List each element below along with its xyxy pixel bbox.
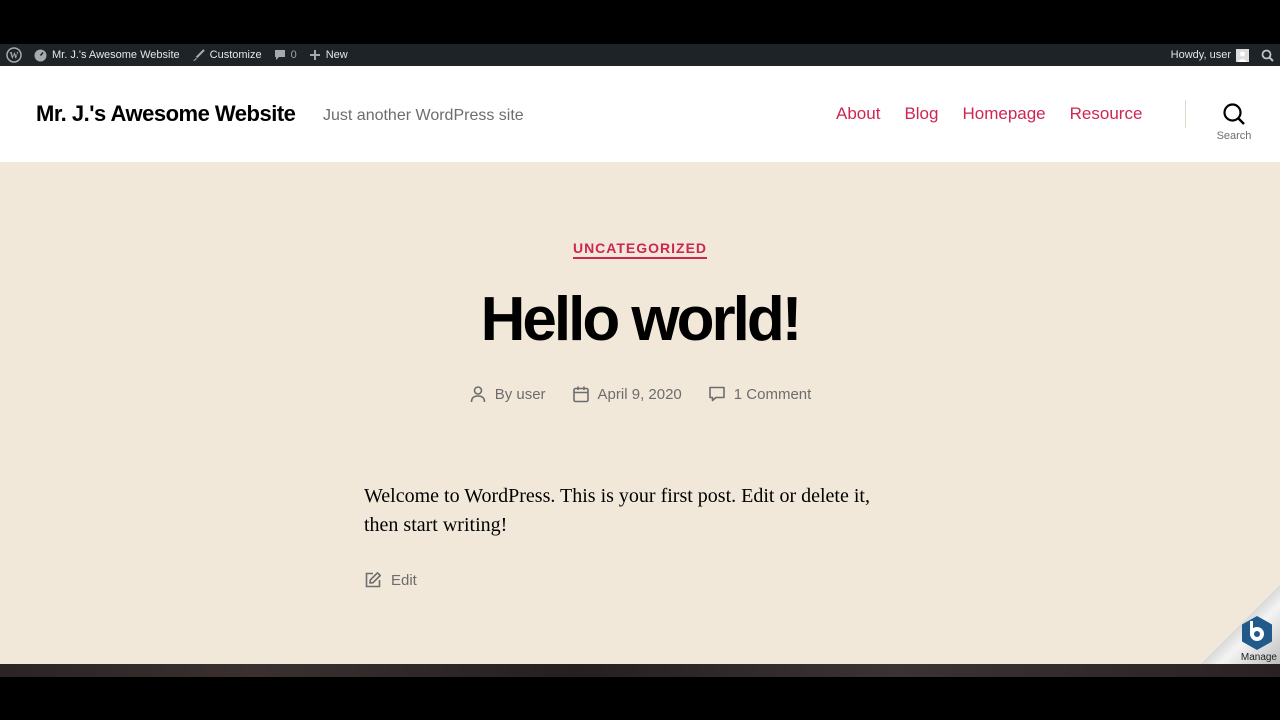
site-title[interactable]: Mr. J.'s Awesome Website [36,101,296,127]
admin-bar: W Mr. J.'s Awesome Website Customize 0 N… [0,44,1280,66]
manage-logo-icon [1242,616,1272,650]
user-icon [470,386,485,403]
calendar-icon [572,386,589,403]
customize-label: Customize [209,49,262,61]
my-account-link[interactable]: Howdy, user [1165,44,1255,66]
edit-post-link[interactable]: Edit [364,571,417,589]
wordpress-logo-icon: W [6,47,22,63]
svg-text:W: W [10,51,19,61]
wordpress-menu[interactable]: W [0,44,28,66]
nav-divider [1185,100,1186,128]
nav-item-blog[interactable]: Blog [904,104,938,124]
comments-label: 1 Comment [733,385,812,403]
user-avatar-icon [1238,51,1247,62]
nav-item-resource[interactable]: Resource [1070,104,1143,124]
author-label: By user [494,385,546,403]
customize-link[interactable]: Customize [186,44,268,66]
category-link[interactable]: UNCATEGORIZED [572,240,708,259]
site-name-link[interactable]: Mr. J.'s Awesome Website [28,44,186,66]
manage-widget[interactable]: Manage [1200,585,1280,665]
plus-icon [309,50,320,60]
search-icon [1261,49,1274,62]
post-comments[interactable]: 1 Comment [708,385,812,403]
search-label: Search [1216,130,1252,142]
screen-frame: W Mr. J.'s Awesome Website Customize 0 N… [0,0,1280,720]
new-content-link[interactable]: New [303,44,354,66]
site-header: Mr. J.'s Awesome Website Just another Wo… [0,66,1280,162]
comments-count: 0 [290,49,297,61]
nav-item-homepage[interactable]: Homepage [962,104,1045,124]
howdy-label: Howdy, user [1170,49,1231,61]
comments-link[interactable]: 0 [268,44,303,66]
footer-edge [0,664,1280,677]
manage-label: Manage [1240,652,1277,663]
new-label: New [325,49,348,61]
search-toggle-button[interactable]: Search [1206,102,1262,142]
brush-icon [192,48,205,61]
post-title: Hello world! [480,285,803,354]
comment-icon [708,386,725,402]
post-category: UNCATEGORIZED [0,240,1280,259]
nav-item-about[interactable]: About [836,104,880,124]
post-author[interactable]: By user [469,385,546,403]
post-article: UNCATEGORIZED Hello world! By user April… [0,162,1280,664]
comment-bubble-icon [274,50,285,60]
post-meta: By user April 9, 2020 1 Comment [0,385,1280,403]
post-date[interactable]: April 9, 2020 [572,385,682,403]
post-content: Welcome to WordPress. This is your first… [364,485,870,536]
avatar [1236,48,1249,62]
search-icon [1223,103,1245,125]
edit-icon [365,572,381,588]
site-name-label: Mr. J.'s Awesome Website [52,49,180,61]
primary-menu: About Blog Homepage Resource [836,104,1142,124]
site-tagline: Just another WordPress site [323,107,524,124]
adminbar-search-button[interactable] [1255,44,1280,66]
edit-label: Edit [391,571,417,589]
date-label: April 9, 2020 [597,385,682,403]
dashboard-icon [34,49,47,61]
